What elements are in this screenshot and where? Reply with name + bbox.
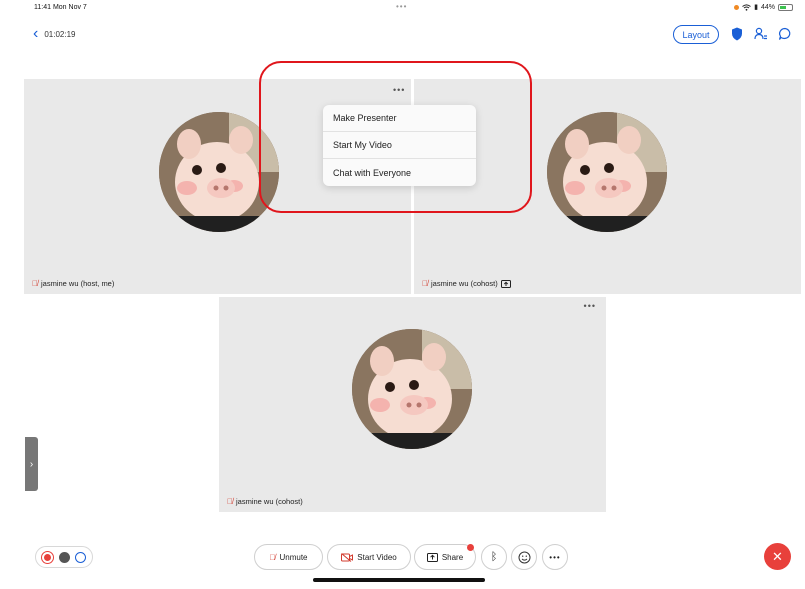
meeting-timer: 01:02:19 [44, 29, 76, 39]
share-badge [467, 544, 474, 551]
battery-icon [778, 3, 793, 11]
video-off-icon [341, 552, 354, 562]
chevron-right-icon: › [29, 458, 34, 470]
home-indicator [313, 578, 485, 582]
bluetooth-audio-button[interactable]: ᛒ [481, 544, 507, 570]
unmute-label: Unmute [279, 552, 308, 562]
drawer-handle[interactable]: › [25, 437, 38, 491]
more-options-button[interactable]: ••• [542, 544, 568, 570]
bluetooth-icon: ᛒ [490, 551, 498, 563]
start-video-label: Start Video [357, 552, 397, 562]
clock: 11:41 [34, 4, 51, 11]
participant-label: 🎙̸ jasmine wu (cohost) [227, 497, 303, 506]
participant-name: jasmine wu (host, me) [41, 279, 115, 288]
reactions-button[interactable] [511, 544, 537, 570]
back-button[interactable]: ‹ 01:02:19 [33, 25, 76, 42]
multitask-dots-icon[interactable]: ••• [396, 2, 407, 11]
avatar [352, 329, 472, 449]
unmute-button[interactable]: 🎙̸ Unmute [254, 544, 323, 570]
share-label: Share [441, 552, 464, 562]
share-screen-icon [426, 552, 438, 562]
mic-muted-icon: 🎙̸ [227, 497, 233, 506]
close-icon: ✕ [772, 548, 783, 564]
leave-meeting-button[interactable]: ✕ [764, 543, 791, 570]
participant-name: jasmine wu (cohost) [431, 279, 498, 288]
participant-label: 🎙̸ jasmine wu (host, me) [32, 279, 114, 288]
highlight-annotation [259, 61, 532, 213]
layout-button[interactable]: Layout [673, 25, 719, 44]
pause-record-icon[interactable] [58, 551, 70, 563]
date: Mon Nov 7 [52, 4, 87, 11]
emoji-icon [518, 551, 530, 563]
location-icon: ▮ [754, 4, 758, 11]
chevron-left-icon: ‹ [33, 25, 39, 42]
wifi-icon [742, 3, 751, 11]
status-indicators: ▮ 44% [734, 3, 793, 11]
record-icon[interactable] [41, 551, 53, 563]
recording-controls[interactable] [35, 546, 93, 568]
mic-muted-icon: 🎙̸ [422, 279, 428, 288]
security-shield-icon[interactable] [728, 25, 746, 43]
start-video-button[interactable]: Start Video [327, 544, 411, 570]
stop-record-icon[interactable] [75, 551, 87, 563]
battery-percent: 44% [760, 3, 775, 11]
status-time: 11:41 Mon Nov 7 [34, 4, 87, 11]
participants-icon[interactable] [752, 25, 770, 43]
participant-name: jasmine wu (cohost) [236, 497, 303, 506]
avatar [547, 112, 667, 232]
meeting-screen: 11:41 Mon Nov 7 ••• ▮ 44% ‹ 01:02:19 Lay… [0, 0, 805, 589]
participant-label: 🎙̸ jasmine wu (cohost) [422, 279, 511, 288]
mic-muted-icon: 🎙̸ [32, 279, 38, 288]
screen-share-icon [500, 279, 511, 288]
video-tile-cohost-2[interactable]: ••• 🎙̸ jasmine wu (cohost) [219, 297, 606, 512]
mic-muted-icon: 🎙̸ [269, 552, 276, 562]
share-button[interactable]: Share [414, 544, 476, 570]
chat-icon[interactable] [776, 25, 794, 43]
recording-indicator-icon [734, 4, 740, 10]
ellipsis-icon: ••• [549, 552, 561, 562]
tile-more-options-icon[interactable]: ••• [584, 301, 596, 311]
